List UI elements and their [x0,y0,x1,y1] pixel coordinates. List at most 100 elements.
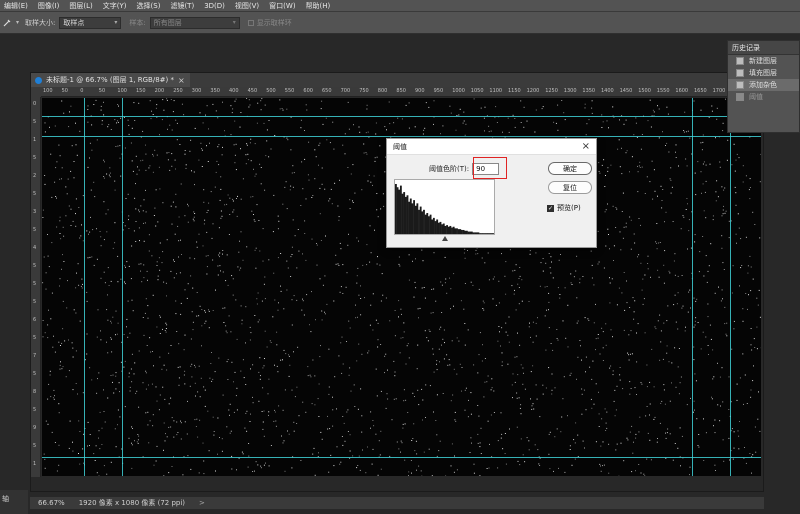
ruler-tick-label: 0 [80,88,84,94]
guide-vertical[interactable] [122,98,123,476]
ruler-tick-label: 1300 [563,88,577,94]
menu-item[interactable]: 3D(D) [204,2,225,10]
history-item-label: 填充图层 [749,69,777,77]
histogram-bar [413,200,415,234]
sample-size-label: 取样大小: [25,18,56,27]
histogram-chart [395,184,495,234]
histogram-bar [439,221,442,234]
sample-value: 所有图层 [153,18,182,27]
guide-horizontal[interactable] [42,116,761,117]
vertical-ruler[interactable]: 0 5 1 5 2 5 3 5 4 5 5 5 6 5 7 5 8 5 9 5 1 [31,97,41,477]
history-item[interactable]: 添加杂色 [728,79,799,91]
ruler-tick-label: 5 [33,119,37,125]
ruler-tick-label: 200 [154,88,165,94]
histogram-bar [426,213,429,234]
histogram-bar [469,231,472,234]
chevron-down-icon[interactable]: ▾ [16,19,19,26]
ruler-tick-label: 650 [322,88,332,94]
timeline-tab[interactable]: 轴 [0,490,28,514]
ruler-tick-label: 550 [284,88,295,94]
threshold-dialog: 阈值 × 阈值色阶(T): 90 确定 复位 ✓ 预览(P) [386,138,597,248]
ruler-tick-label: 100 [117,88,127,94]
guide-horizontal[interactable] [42,457,761,458]
menu-item[interactable]: 窗口(W) [269,1,295,11]
zoom-level[interactable]: 66.67% [38,499,65,507]
document-tab[interactable]: 未标题-1 @ 66.7% (图层 1, RGB/8#) * × [31,73,190,87]
menu-item[interactable]: 滤镜(T) [170,1,194,11]
sample-size-select[interactable]: 取样点 ▾ [59,16,122,29]
preview-row[interactable]: ✓ 预览(P) [547,203,581,213]
threshold-slider-handle[interactable] [442,236,448,241]
ruler-tick-label: 150 [136,88,146,94]
histogram-bar [477,232,480,234]
histogram-bar [423,209,425,234]
ruler-tick-label: 1400 [601,88,614,94]
sample-select[interactable]: 所有图层 ▾ [149,16,240,29]
status-menu-arrow-icon[interactable]: > [199,499,205,507]
history-item-label: 新建图层 [749,57,777,65]
histogram-bar [467,231,470,234]
history-panel-title[interactable]: 历史记录 [728,41,799,55]
histogram-bar [459,229,462,234]
histogram-bar [444,225,447,234]
guide-vertical[interactable] [84,98,85,476]
menu-item[interactable]: 编辑(E) [4,1,28,11]
menu-item[interactable]: 帮助(H) [306,1,331,11]
histogram-bar [411,203,414,234]
menu-item[interactable]: 图层(L) [69,1,92,11]
histogram-bar [424,214,427,234]
history-item[interactable]: 填充图层 [728,67,799,79]
ruler-tick-label: 800 [377,88,388,94]
histogram-bar [472,232,475,234]
histogram-bar [456,228,458,234]
reset-button[interactable]: 复位 [548,181,592,194]
horizontal-ruler[interactable]: 100 50 0 50 100 150 200 250 300 350 400 450 500 550 60… [41,87,765,97]
history-item[interactable]: 新建图层 [728,55,799,67]
ruler-corner[interactable] [31,87,41,97]
dialog-titlebar[interactable]: 阈值 × [387,139,596,155]
histogram-bar [442,223,445,234]
histogram-bar [399,185,402,234]
guide-vertical[interactable] [730,98,731,476]
histogram-bar [428,216,430,234]
histogram-bar [485,233,488,234]
histogram-bar [480,233,483,234]
histogram-bar [461,229,463,234]
close-icon[interactable]: × [582,141,590,152]
histogram-bar [419,206,422,234]
options-bar: ▾ 取样大小: 取样点 ▾ 样本: 所有图层 ▾ 显示取样环 [0,12,800,34]
dialog-title: 阈值 [393,142,407,151]
histogram-bar [408,201,411,234]
preview-checkbox[interactable]: ✓ [547,204,554,212]
document-state-icon [736,81,744,89]
ruler-tick-label: 750 [359,88,369,94]
menu-bar: 编辑(E) 图像(I) 图层(L) 文字(Y) 选择(S) 滤镜(T) 3D(D) 视图(V)… [0,0,800,12]
ruler-tick-label: 5 [33,281,37,287]
guide-horizontal[interactable] [42,136,761,137]
ruler-tick-label: 300 [191,88,202,94]
histogram-bar [416,203,419,234]
histogram-bar [492,233,495,234]
menu-item[interactable]: 选择(S) [137,1,161,11]
histogram-bar [462,229,465,234]
document-size: 1920 像素 x 1080 像素 (72 ppi) [78,499,186,507]
ruler-tick-label: 4 [33,245,37,251]
threshold-histogram [394,179,495,235]
document-tab-title: 未标题-1 @ 66.7% (图层 1, RGB/8#) * [46,76,174,84]
show-ring-checkbox[interactable] [247,19,254,26]
history-item[interactable]: 阈值 [728,91,799,103]
guide-vertical[interactable] [692,98,693,476]
ruler-tick-label: 500 [266,88,276,94]
ruler-tick-label: 5 [33,155,37,161]
ok-button[interactable]: 确定 [548,162,592,175]
close-icon[interactable]: × [178,76,185,85]
menu-item[interactable]: 图像(I) [38,1,60,11]
menu-item[interactable]: 文字(Y) [103,1,127,11]
document-tab-bar: 未标题-1 @ 66.7% (图层 1, RGB/8#) * × [31,73,765,87]
eyedropper-tool-icon[interactable] [2,18,12,28]
highlight-box [473,157,507,179]
chevron-down-icon: ▾ [232,19,236,26]
ruler-tick-label: 3 [33,209,37,215]
ruler-tick-label: 2 [33,173,37,179]
menu-item[interactable]: 视图(V) [235,1,259,11]
